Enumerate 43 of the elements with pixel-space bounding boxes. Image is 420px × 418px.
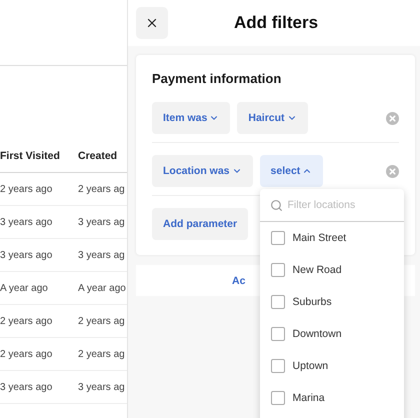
table-cell: 2 years ag	[78, 184, 125, 194]
filter-input[interactable]: Filter locations	[288, 199, 388, 211]
close-icon	[145, 16, 159, 30]
table-cell: 3 years ag	[78, 216, 125, 228]
table-cell: A year ago	[78, 282, 126, 294]
option-label[interactable]: Marina	[292, 392, 325, 404]
checkbox[interactable]	[270, 295, 285, 309]
clear-icon[interactable]	[386, 112, 399, 124]
table-cell: 3 years ag	[78, 250, 125, 260]
table-cell: A year ago	[0, 282, 48, 294]
filter-chip[interactable]: Haircut	[237, 102, 308, 134]
option-label[interactable]: Suburbs	[292, 296, 332, 308]
option-label[interactable]: Main Street	[292, 232, 346, 244]
table-cell: 2 years ag	[78, 348, 125, 360]
table-cell: 2 years ago	[0, 316, 52, 326]
table-cell: 3 years ago	[0, 250, 52, 260]
table-cell: 3 years ago	[0, 216, 52, 228]
filter-search-field[interactable]: Filter locations	[260, 189, 404, 222]
filter-chip[interactable]: Item was	[152, 102, 230, 134]
checkbox[interactable]	[270, 359, 285, 373]
section-title: Payment information	[152, 71, 282, 86]
close-button[interactable]	[136, 7, 168, 39]
table-cell: 2 years ago	[0, 348, 52, 360]
option-label[interactable]: Downtown	[292, 328, 342, 340]
checkbox[interactable]	[270, 327, 285, 341]
option-label[interactable]: Uptown	[292, 360, 328, 372]
checkbox[interactable]	[270, 391, 285, 405]
column-header: Created	[78, 150, 118, 162]
search-icon	[270, 198, 283, 212]
filter-chip[interactable]: Location was	[152, 155, 253, 187]
table-cell: 3 years ag	[78, 382, 125, 392]
clear-icon[interactable]	[386, 164, 399, 178]
table-cell: 2 years ago	[0, 184, 52, 194]
column-header: First Visited	[0, 150, 60, 162]
footer-button[interactable]: Ac	[232, 274, 246, 286]
option-label[interactable]: New Road	[292, 264, 342, 276]
checkbox[interactable]	[270, 231, 285, 245]
table-cell: 3 years ago	[0, 382, 52, 392]
add-parameter-button[interactable]: Add parameter	[152, 208, 248, 240]
checkbox[interactable]	[270, 263, 285, 277]
panel-title: Add filters	[234, 13, 318, 33]
table-cell: 2 years ag	[78, 316, 125, 326]
filter-chip[interactable]: select	[260, 155, 324, 187]
